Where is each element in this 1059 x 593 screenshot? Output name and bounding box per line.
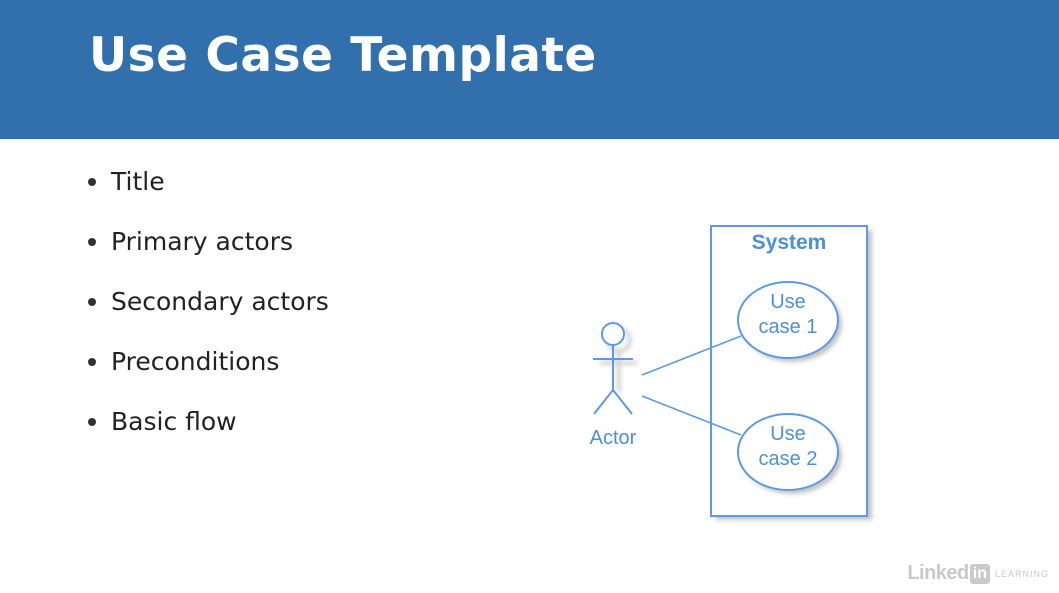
use-case-diagram: System Use case 1 Use case 2 Actor (590, 225, 872, 520)
watermark-product: LEARNING (994, 568, 1049, 579)
actor-icon (593, 322, 633, 415)
bullet-dot-icon (88, 238, 96, 246)
use-case-2-line1: Use (770, 423, 806, 445)
bullet-text: Secondary actors (111, 287, 329, 316)
watermark-brand: Linked (907, 562, 969, 584)
linkedin-in-icon: in (969, 563, 990, 584)
bullet-text: Title (111, 167, 165, 196)
bullet-dot-icon (88, 358, 96, 366)
use-case-1-line2: case 1 (759, 316, 818, 338)
bullet-text: Basic flow (111, 407, 237, 436)
bullet-text: Primary actors (111, 227, 294, 256)
use-case-1-line1: Use (770, 291, 806, 313)
system-label: System (752, 231, 827, 254)
slide-title: Use Case Template (89, 28, 597, 83)
use-case-2-line2: case 2 (759, 448, 818, 470)
bullet-dot-icon (88, 298, 96, 306)
bullet-dot-icon (88, 178, 96, 186)
actor-label: Actor (590, 427, 637, 449)
title-bar: Use Case Template (0, 0, 1059, 139)
bullet-dot-icon (88, 418, 96, 426)
bullet-text: Preconditions (111, 347, 280, 376)
linkedin-learning-watermark: Linked in LEARNING (907, 562, 1049, 585)
